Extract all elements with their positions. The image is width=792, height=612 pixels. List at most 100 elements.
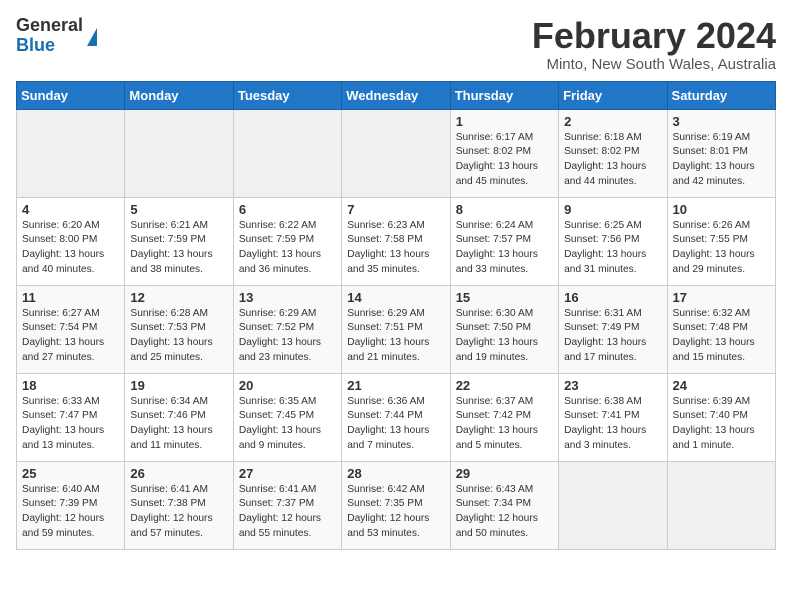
logo-triangle-icon [87, 28, 97, 46]
calendar-cell: 29Sunrise: 6:43 AM Sunset: 7:34 PM Dayli… [450, 461, 558, 549]
calendar-cell: 11 Sunrise: 6:27 AM Sunset: 7:54 PM Dayli… [17, 285, 125, 373]
calendar-title: February 2024 [532, 16, 776, 56]
day-number: 25 [22, 466, 119, 481]
day-number: 2 [564, 114, 661, 129]
day-info: Sunrise: 6:30 AM Sunset: 7:50 PM Dayligh… [456, 307, 553, 366]
day-info: Sunrise: 6:20 AM Sunset: 8:00 PM Dayligh… [22, 219, 119, 278]
day-number: 1 [456, 114, 553, 129]
column-header-saturday: Saturday [667, 81, 775, 109]
day-info: Sunrise: 6:18 AM Sunset: 8:02 PM Dayligh… [564, 131, 661, 190]
calendar-week-5: 25 Sunrise: 6:40 AM Sunset: 7:39 PM Dayli… [17, 461, 776, 549]
day-info: Sunrise: 6:34 AM Sunset: 7:46 PM Dayligh… [130, 395, 227, 454]
day-info: Sunrise: 6:22 AM Sunset: 7:59 PM Dayligh… [239, 219, 336, 278]
day-info: Sunrise: 6:37 AM Sunset: 7:42 PM Dayligh… [456, 395, 553, 454]
logo-blue: Blue [16, 35, 55, 55]
day-info: Sunrise: 6:40 AM Sunset: 7:39 PM Dayligh… [22, 483, 119, 542]
column-header-wednesday: Wednesday [342, 81, 450, 109]
calendar-cell: 2 Sunrise: 6:18 AM Sunset: 8:02 PM Daylig… [559, 109, 667, 197]
calendar-week-3: 11 Sunrise: 6:27 AM Sunset: 7:54 PM Dayli… [17, 285, 776, 373]
calendar-cell: 28 Sunrise: 6:42 AM Sunset: 7:35 PM Dayli… [342, 461, 450, 549]
calendar-cell [667, 461, 775, 549]
calendar-cell [342, 109, 450, 197]
calendar-cell: 25 Sunrise: 6:40 AM Sunset: 7:39 PM Dayli… [17, 461, 125, 549]
day-number: 24 [673, 378, 770, 393]
calendar-cell: 6 Sunrise: 6:22 AM Sunset: 7:59 PM Daylig… [233, 197, 341, 285]
day-number: 13 [239, 290, 336, 305]
day-number: 11 [22, 290, 119, 305]
day-number: 20 [239, 378, 336, 393]
logo-general: General [16, 15, 83, 35]
calendar-cell [233, 109, 341, 197]
logo: General Blue [16, 16, 97, 56]
day-info: Sunrise: 6:35 AM Sunset: 7:45 PM Dayligh… [239, 395, 336, 454]
calendar-cell: 3 Sunrise: 6:19 AM Sunset: 8:01 PM Daylig… [667, 109, 775, 197]
day-number: 3 [673, 114, 770, 129]
calendar-cell: 22 Sunrise: 6:37 AM Sunset: 7:42 PM Dayli… [450, 373, 558, 461]
day-info: Sunrise: 6:27 AM Sunset: 7:54 PM Dayligh… [22, 307, 119, 366]
calendar-cell: 19 Sunrise: 6:34 AM Sunset: 7:46 PM Dayli… [125, 373, 233, 461]
day-number: 10 [673, 202, 770, 217]
day-number: 5 [130, 202, 227, 217]
calendar-cell: 14 Sunrise: 6:29 AM Sunset: 7:51 PM Dayli… [342, 285, 450, 373]
day-number: 26 [130, 466, 227, 481]
day-info: Sunrise: 6:29 AM Sunset: 7:51 PM Dayligh… [347, 307, 444, 366]
calendar-cell [559, 461, 667, 549]
calendar-subtitle: Minto, New South Wales, Australia [532, 56, 776, 73]
calendar-cell: 8Sunrise: 6:24 AM Sunset: 7:57 PM Daylig… [450, 197, 558, 285]
day-number: 17 [673, 290, 770, 305]
column-header-monday: Monday [125, 81, 233, 109]
day-info: Sunrise: 6:36 AM Sunset: 7:44 PM Dayligh… [347, 395, 444, 454]
day-number: 6 [239, 202, 336, 217]
day-info: Sunrise: 6:41 AM Sunset: 7:38 PM Dayligh… [130, 483, 227, 542]
day-info: Sunrise: 6:42 AM Sunset: 7:35 PM Dayligh… [347, 483, 444, 542]
day-number: 23 [564, 378, 661, 393]
title-block: February 2024 Minto, New South Wales, Au… [532, 16, 776, 73]
day-info: Sunrise: 6:25 AM Sunset: 7:56 PM Dayligh… [564, 219, 661, 278]
day-number: 18 [22, 378, 119, 393]
day-number: 29 [456, 466, 553, 481]
day-number: 27 [239, 466, 336, 481]
day-number: 15 [456, 290, 553, 305]
day-number: 7 [347, 202, 444, 217]
calendar-cell: 16 Sunrise: 6:31 AM Sunset: 7:49 PM Dayli… [559, 285, 667, 373]
day-info: Sunrise: 6:38 AM Sunset: 7:41 PM Dayligh… [564, 395, 661, 454]
day-info: Sunrise: 6:26 AM Sunset: 7:55 PM Dayligh… [673, 219, 770, 278]
day-info: Sunrise: 6:24 AM Sunset: 7:57 PM Dayligh… [456, 219, 553, 278]
calendar-week-1: 1 Sunrise: 6:17 AM Sunset: 8:02 PM Daylig… [17, 109, 776, 197]
column-header-friday: Friday [559, 81, 667, 109]
calendar-cell: 13 Sunrise: 6:29 AM Sunset: 7:52 PM Dayli… [233, 285, 341, 373]
day-info: Sunrise: 6:29 AM Sunset: 7:52 PM Dayligh… [239, 307, 336, 366]
day-number: 12 [130, 290, 227, 305]
calendar-cell [17, 109, 125, 197]
calendar-cell: 23 Sunrise: 6:38 AM Sunset: 7:41 PM Dayli… [559, 373, 667, 461]
day-number: 28 [347, 466, 444, 481]
calendar-cell [125, 109, 233, 197]
day-number: 9 [564, 202, 661, 217]
page-header: General Blue February 2024 Minto, New So… [16, 16, 776, 73]
day-number: 22 [456, 378, 553, 393]
column-header-sunday: Sunday [17, 81, 125, 109]
day-info: Sunrise: 6:19 AM Sunset: 8:01 PM Dayligh… [673, 131, 770, 190]
calendar-cell: 10 Sunrise: 6:26 AM Sunset: 7:55 PM Dayli… [667, 197, 775, 285]
calendar-cell: 7Sunrise: 6:23 AM Sunset: 7:58 PM Daylig… [342, 197, 450, 285]
calendar-cell: 20 Sunrise: 6:35 AM Sunset: 7:45 PM Dayli… [233, 373, 341, 461]
day-number: 19 [130, 378, 227, 393]
day-number: 21 [347, 378, 444, 393]
column-header-thursday: Thursday [450, 81, 558, 109]
calendar-cell: 9 Sunrise: 6:25 AM Sunset: 7:56 PM Daylig… [559, 197, 667, 285]
calendar-header: SundayMondayTuesdayWednesdayThursdayFrid… [17, 81, 776, 109]
day-info: Sunrise: 6:17 AM Sunset: 8:02 PM Dayligh… [456, 131, 553, 190]
calendar-cell: 27 Sunrise: 6:41 AM Sunset: 7:37 PM Dayli… [233, 461, 341, 549]
day-number: 16 [564, 290, 661, 305]
calendar-cell: 21 Sunrise: 6:36 AM Sunset: 7:44 PM Dayli… [342, 373, 450, 461]
calendar-cell: 12 Sunrise: 6:28 AM Sunset: 7:53 PM Dayli… [125, 285, 233, 373]
day-info: Sunrise: 6:41 AM Sunset: 7:37 PM Dayligh… [239, 483, 336, 542]
day-number: 4 [22, 202, 119, 217]
day-info: Sunrise: 6:39 AM Sunset: 7:40 PM Dayligh… [673, 395, 770, 454]
day-number: 14 [347, 290, 444, 305]
calendar-cell: 1 Sunrise: 6:17 AM Sunset: 8:02 PM Daylig… [450, 109, 558, 197]
calendar-cell: 24 Sunrise: 6:39 AM Sunset: 7:40 PM Dayli… [667, 373, 775, 461]
day-info: Sunrise: 6:28 AM Sunset: 7:53 PM Dayligh… [130, 307, 227, 366]
day-info: Sunrise: 6:32 AM Sunset: 7:48 PM Dayligh… [673, 307, 770, 366]
day-info: Sunrise: 6:31 AM Sunset: 7:49 PM Dayligh… [564, 307, 661, 366]
